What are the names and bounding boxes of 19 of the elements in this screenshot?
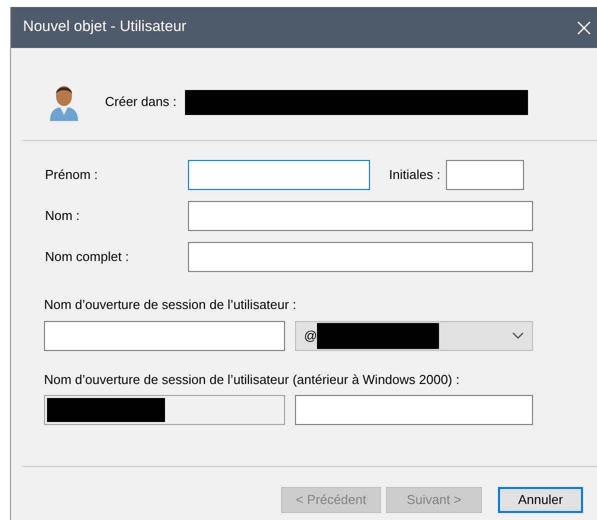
field-label: Initiales :: [389, 166, 440, 184]
domain-dropdown[interactable]: @: [295, 320, 533, 350]
field-label: Nom d’ouverture de session de l’utilisateur (antérieur à Windows 2000) :: [44, 370, 460, 389]
text-field[interactable]: [188, 201, 533, 231]
text-field[interactable]: [295, 395, 533, 425]
text-field[interactable]: [446, 160, 524, 190]
text-field[interactable]: [188, 242, 533, 272]
create-in-label: Créer dans :: [105, 93, 177, 112]
text-field[interactable]: [188, 160, 370, 190]
text-field[interactable]: [44, 320, 285, 350]
chevron-icon: [512, 332, 524, 340]
close-icon[interactable]: [577, 20, 591, 34]
field-label: Nom :: [45, 207, 81, 226]
field-label: Nom d’ouverture de session de l’utilisateur :: [44, 296, 298, 314]
field-label: Nom complet :: [45, 248, 130, 266]
field-label: Prénom :: [45, 166, 99, 184]
window-title: Nouvel objet - Utilisateur: [23, 17, 186, 38]
at-sign: @: [304, 326, 318, 345]
dialog-button[interactable]: Annuler: [498, 487, 583, 513]
